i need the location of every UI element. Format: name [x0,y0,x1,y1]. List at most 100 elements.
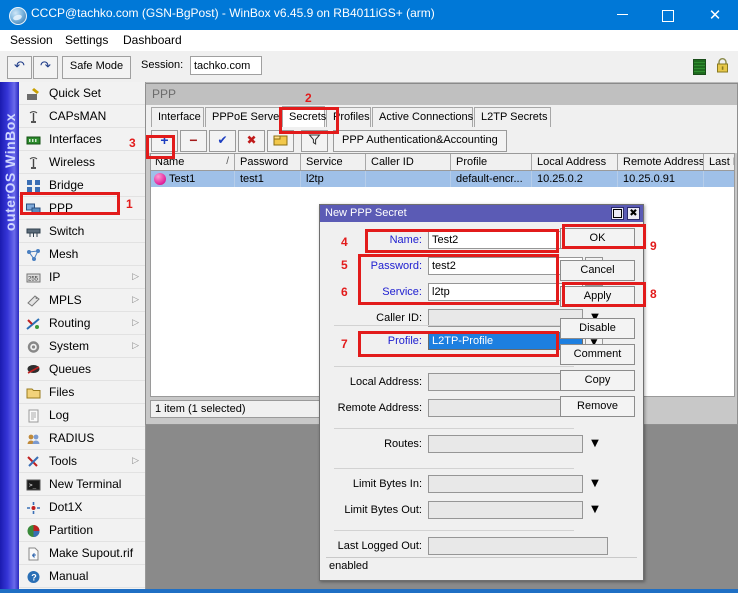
winbox-application: CCCP@tachko.com (GSN-BgPost) - WinBox v6… [0,0,738,593]
table-row[interactable]: Test1 test1 l2tp default-encr... 10.25.0.2 10… [151,171,734,187]
redo-button[interactable]: ↷ [33,56,58,79]
dropdown-arrow-icon[interactable]: ▼ [587,475,603,493]
dropdown-arrow-icon[interactable]: ▼ [587,435,603,453]
tab-active-connections[interactable]: Active Connections [372,107,473,127]
tab-pppoe-servers[interactable]: PPPoE Servers [205,107,288,127]
sidebar-item-log[interactable]: Log [19,404,145,427]
switch-icon [26,224,41,238]
column-header-profile[interactable]: Profile [452,154,532,170]
disable-button[interactable]: Disable [560,318,635,339]
column-header-service[interactable]: Service [302,154,366,170]
table-cell-service: l2tp [302,171,366,187]
comment-button[interactable]: Comment [560,344,635,365]
filter-button[interactable] [301,130,328,152]
sidebar-item-partition[interactable]: Partition [19,519,145,542]
sidebar-item-ip[interactable]: 255 IP ▷ [19,266,145,289]
main-toolbar: ↶ ↷ Safe Mode Session: tachko.com [0,51,738,83]
maximize-button[interactable] [645,0,691,30]
sidebar-item-switch[interactable]: Switch [19,220,145,243]
radius-icon [26,431,41,445]
sidebar-item-manual[interactable]: ? Manual [19,565,145,588]
window-title: CCCP@tachko.com (GSN-BgPost) - WinBox v6… [31,6,435,20]
input-last-logged-out[interactable] [428,537,608,555]
table-cell-password: test1 [236,171,301,187]
minus-icon: − [189,132,198,148]
enable-button[interactable]: ✔ [209,130,236,152]
copy-button[interactable]: Copy [560,370,635,391]
sidebar-item-routing[interactable]: Routing ▷ [19,312,145,335]
sidebar-item-label: PPP [49,201,74,215]
column-header-caller-id[interactable]: Caller ID [367,154,451,170]
ppp-window-caption: PPP [146,84,737,105]
undo-arrow-icon: ↶ [14,59,25,74]
apply-button[interactable]: Apply [560,286,635,307]
sidebar-item-mpls[interactable]: MPLS ▷ [19,289,145,312]
sidebar-item-files[interactable]: Files [19,381,145,404]
add-button[interactable]: + [151,130,178,152]
sidebar-menu: Quick Set CAPsMAN Interfaces Wireless Bridge… [19,82,146,593]
sidebar-item-interfaces[interactable]: Interfaces [19,128,145,151]
sidebar-item-radius[interactable]: RADIUS [19,427,145,450]
sidebar-item-capsman[interactable]: CAPsMAN [19,105,145,128]
sidebar-item-bridge[interactable]: Bridge [19,174,145,197]
input-limit-bytes-out[interactable] [428,501,583,519]
sidebar-item-make-supout-rif[interactable]: Make Supout.rif [19,542,145,565]
input-limit-bytes-in[interactable] [428,475,583,493]
tools-icon [26,454,41,468]
tab-interface[interactable]: Interface [151,107,204,127]
files-icon [26,385,41,399]
sidebar-item-queues[interactable]: Queues [19,358,145,381]
remove-button[interactable]: Remove [560,396,635,417]
menu-item-session[interactable]: Session [6,33,57,47]
annotation-number-4: 4 [341,235,348,249]
cancel-button[interactable]: Cancel [560,260,635,281]
svg-text:255: 255 [28,277,39,283]
sidebar-item-dot1x[interactable]: Dot1X [19,496,145,519]
dialog-maximize-button[interactable] [611,207,624,220]
dropdown-arrow-icon[interactable]: ▼ [587,501,603,519]
menu-item-settings[interactable]: Settings [61,33,112,47]
sidebar-item-label: Partition [49,523,94,537]
column-header-password[interactable]: Password [236,154,301,170]
minimize-button[interactable] [599,0,645,30]
field-label-password: Password: [370,260,422,272]
comment-button[interactable] [267,130,294,152]
tab-profiles[interactable]: Profiles [326,107,371,127]
ppp-auth-accounting-button[interactable]: PPP Authentication&Accounting [333,130,507,152]
sidebar-item-new-terminal[interactable]: >_ New Terminal [19,473,145,496]
close-button[interactable]: ✕ [692,0,738,30]
undo-button[interactable]: ↶ [7,56,32,79]
annotation-number-8: 8 [650,287,657,301]
safe-mode-button[interactable]: Safe Mode [62,56,131,79]
column-header-remote-address[interactable]: Remote Address [619,154,704,170]
chevron-right-icon: ▷ [132,341,139,351]
svg-text:?: ? [31,573,37,583]
disable-button[interactable]: ✖ [238,130,265,152]
input-routes[interactable] [428,435,583,453]
menu-item-dashboard[interactable]: Dashboard [119,33,186,47]
tab-l2tp-secrets[interactable]: L2TP Secrets [474,107,551,127]
sidebar-item-label: RADIUS [49,431,95,445]
session-input[interactable]: tachko.com [190,56,262,75]
interfaces-icon [26,132,41,146]
sidebar-item-tools[interactable]: Tools ▷ [19,450,145,473]
maximize-icon [613,209,622,218]
column-header-local-address[interactable]: Local Address [533,154,618,170]
remove-button[interactable]: − [180,130,207,152]
tab-secrets[interactable]: Secrets [282,106,326,128]
sidebar-item-label: Wireless [49,155,96,169]
sidebar-item-label: System [49,339,90,353]
new-ppp-secret-dialog: New PPP Secret ✖ Name: Test2 Password: test… [319,204,644,581]
column-header-last-logged-o[interactable]: Last Logged O [705,154,734,170]
dialog-close-button[interactable]: ✖ [627,207,640,220]
mpls-icon [26,293,41,307]
column-header-name[interactable]: Name / [151,154,235,170]
ok-button[interactable]: OK [560,228,635,249]
sidebar-item-wireless[interactable]: Wireless [19,151,145,174]
sidebar-item-mesh[interactable]: Mesh [19,243,145,266]
quick-set-icon [26,86,41,100]
sidebar-item-system[interactable]: System ▷ [19,335,145,358]
field-label-last-logged-out: Last Logged Out: [337,540,422,552]
sidebar-item-quick-set[interactable]: Quick Set [19,82,145,105]
note-icon [273,135,288,146]
